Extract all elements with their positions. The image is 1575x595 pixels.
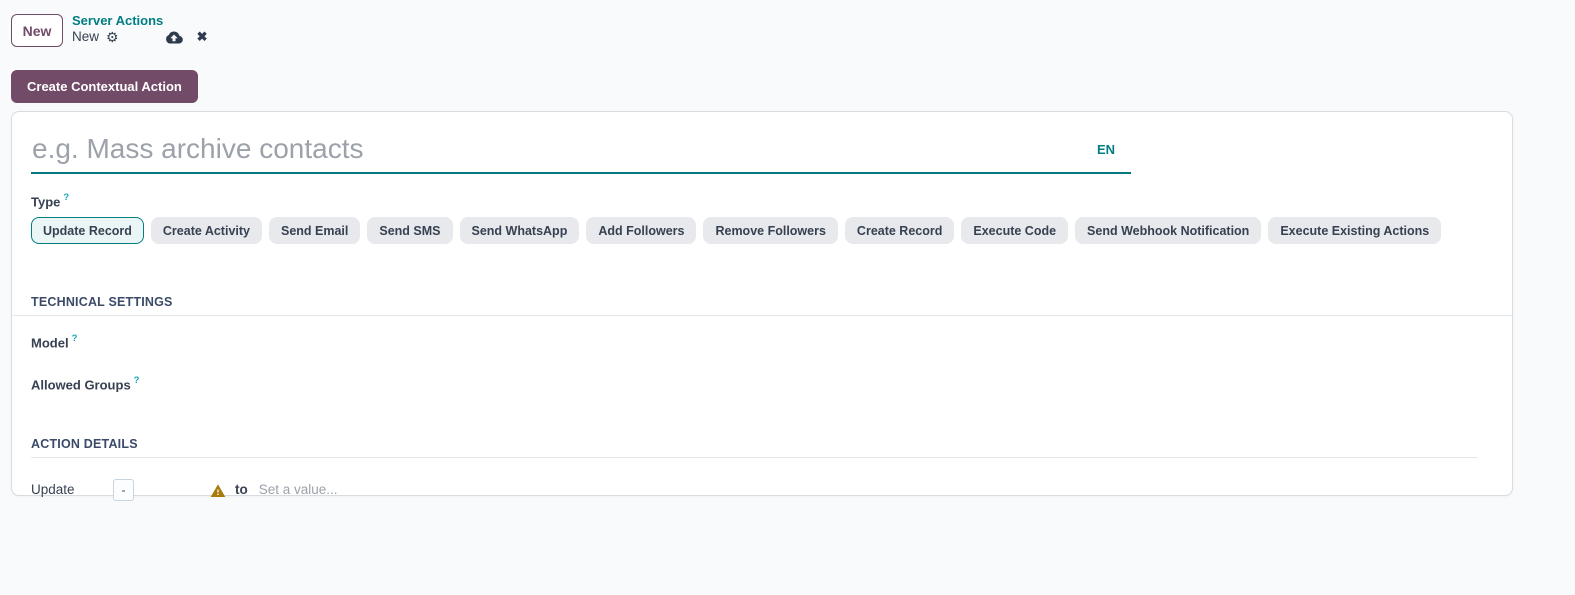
action-toolbar: Create Contextual Action [0, 58, 1575, 103]
help-marker-icon: ? [133, 374, 140, 386]
title-field-wrap: EN [31, 133, 1131, 174]
gear-icon[interactable]: ⚙ [106, 29, 119, 45]
type-option-create-activity[interactable]: Create Activity [150, 217, 262, 245]
type-option-send-sms[interactable]: Send SMS [367, 217, 453, 245]
breadcrumb-current: New [72, 29, 100, 44]
section-action-details: ACTION DETAILS [31, 437, 1493, 458]
type-option-update-record[interactable]: Update Record [31, 217, 144, 245]
create-contextual-action-button[interactable]: Create Contextual Action [11, 70, 198, 103]
field-selector-dropdown[interactable]: - [113, 478, 134, 501]
action-details-heading: ACTION DETAILS [31, 436, 138, 451]
type-field-label-row: Type? [31, 192, 1493, 211]
type-label: Type [31, 194, 61, 210]
allowed-groups-field-row: Allowed Groups? [31, 375, 1493, 394]
breadcrumb-parent-link[interactable]: Server Actions [72, 13, 207, 28]
type-option-send-webhook-notification[interactable]: Send Webhook Notification [1075, 217, 1262, 245]
update-field-row: Update - to Set a value... [31, 478, 1493, 501]
section-divider [12, 315, 1512, 317]
section-divider [31, 456, 1478, 458]
type-option-execute-code[interactable]: Execute Code [961, 217, 1069, 245]
section-technical-settings: TECHNICAL SETTINGS [12, 295, 1512, 317]
action-name-input[interactable] [31, 133, 1131, 174]
model-field-row: Model? [31, 333, 1493, 352]
type-button-group: Update Record Create Activity Send Email… [31, 217, 1493, 245]
allowed-groups-label: Allowed Groups [31, 376, 131, 392]
to-label: to [235, 482, 248, 498]
type-option-remove-followers[interactable]: Remove Followers [703, 217, 838, 245]
type-option-send-whatsapp[interactable]: Send WhatsApp [459, 217, 580, 245]
help-marker-icon: ? [71, 333, 78, 345]
type-option-send-email[interactable]: Send Email [268, 217, 361, 245]
warning-icon [210, 483, 226, 497]
technical-settings-heading: TECHNICAL SETTINGS [31, 295, 173, 310]
type-option-add-followers[interactable]: Add Followers [586, 217, 697, 245]
type-option-create-record[interactable]: Create Record [844, 217, 955, 245]
model-label: Model [31, 335, 69, 351]
translation-lang-button[interactable]: EN [1097, 142, 1115, 157]
set-value-input[interactable]: Set a value... [259, 482, 338, 497]
type-option-execute-existing-actions[interactable]: Execute Existing Actions [1268, 217, 1442, 245]
update-label: Update [31, 482, 75, 498]
breadcrumb: New Server Actions New ⚙ ✖ [0, 0, 1575, 58]
discard-close-icon[interactable]: ✖ [197, 29, 208, 45]
help-marker-icon: ? [63, 192, 70, 203]
server-action-form-card: EN Type? Update Record Create Activity S… [11, 111, 1513, 501]
cloud-upload-save-icon[interactable] [165, 30, 183, 45]
status-badge: New [11, 14, 63, 47]
